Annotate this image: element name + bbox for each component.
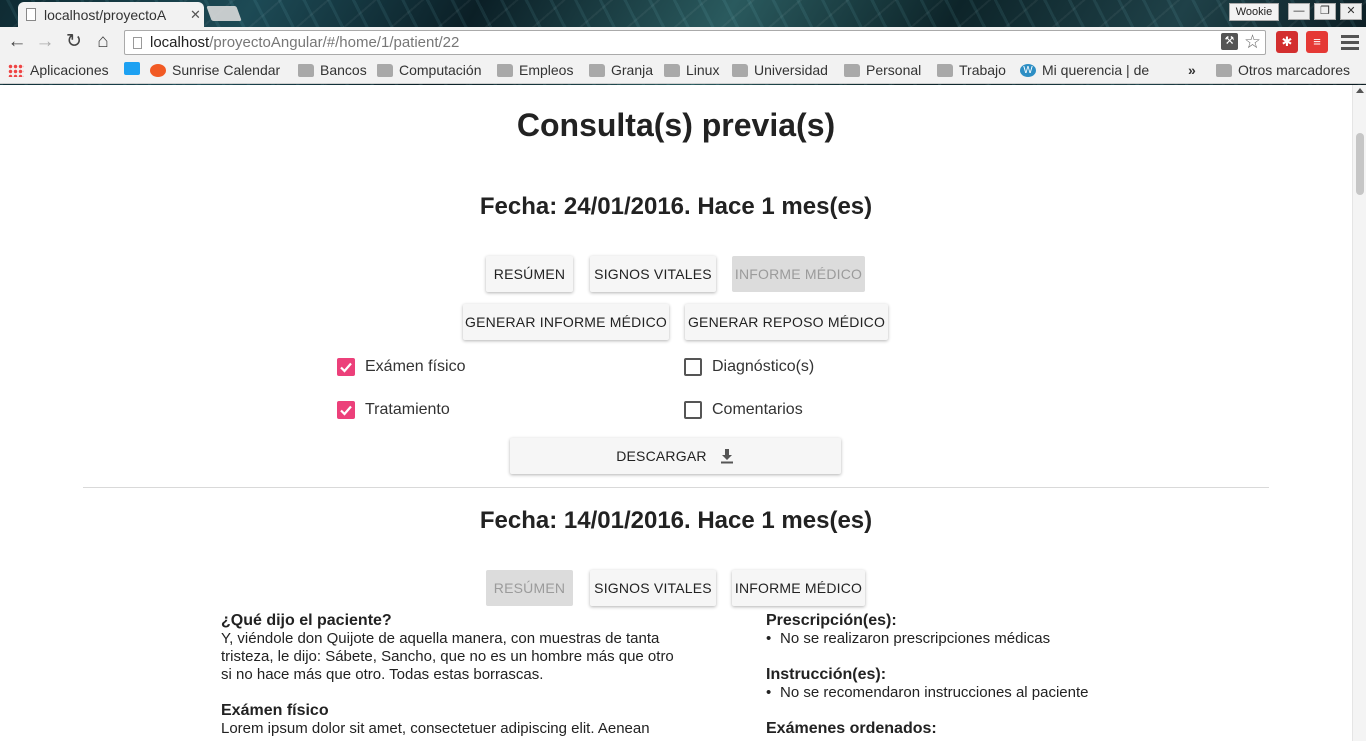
treatment-checkbox[interactable]: Tratamiento (337, 401, 450, 419)
browser-chrome: localhost/proyectoA ✕ Wookie — ❐ ✕ ← → ↻… (0, 0, 1366, 85)
folder-icon (844, 63, 860, 77)
patient-said-label: ¿Qué dijo el paciente? (221, 612, 392, 629)
close-tab-icon[interactable]: ✕ (190, 7, 201, 23)
instructions-list: No se recomendaron instrucciones al paci… (766, 684, 1186, 702)
new-tab-button[interactable] (206, 6, 242, 21)
tab-vital-signs[interactable]: SIGNOS VITALES (590, 570, 716, 606)
patient-said-text: Y, viéndole don Quijote de aquella maner… (221, 630, 674, 683)
tab-summary[interactable]: RESÚMEN (486, 570, 573, 606)
back-icon[interactable]: ← (6, 31, 28, 53)
bookmark-folder-empleos[interactable]: Empleos (497, 62, 573, 78)
download-label: DESCARGAR (616, 448, 707, 464)
close-window-button[interactable]: ✕ (1340, 3, 1362, 20)
comments-checkbox[interactable]: Comentarios (684, 401, 803, 419)
bookmark-folder-computacion[interactable]: Computación (377, 62, 482, 78)
bookmark-sunrise-calendar[interactable]: Sunrise Calendar (150, 62, 280, 78)
star-icon[interactable]: ☆ (1244, 33, 1261, 52)
physical-exam-text: Lorem ipsum dolor sit amet, consectetuer… (221, 720, 650, 737)
twitter-icon (124, 62, 140, 75)
page-icon (133, 36, 142, 49)
checkbox-checked-icon (337, 401, 355, 419)
folder-icon (937, 63, 953, 77)
tab-title: localhost/proyectoA (44, 6, 167, 23)
consult-divider (83, 487, 1269, 488)
checkbox-unchecked-icon (684, 401, 702, 419)
tab-vital-signs[interactable]: SIGNOS VITALES (590, 256, 716, 292)
folder-icon (298, 63, 314, 77)
prescriptions-list: No se realizaron prescripciones médicas (766, 630, 1186, 648)
ordered-exams-label: Exámenes ordenados: (766, 720, 937, 737)
physical-exam-checkbox[interactable]: Exámen físico (337, 358, 465, 376)
bookmark-mi-querencia[interactable]: W Mi querencia | de (1020, 62, 1156, 78)
page-scrollbar[interactable] (1352, 85, 1366, 741)
sunrise-icon (150, 63, 166, 77)
folder-icon (732, 63, 748, 77)
restore-button[interactable]: ❐ (1314, 3, 1336, 20)
bookmarks-bar: Aplicaciones Sunrise Calendar Bancos Com… (0, 58, 1366, 84)
folder-icon (1216, 63, 1232, 77)
bookmark-folder-universidad[interactable]: Universidad (732, 62, 828, 78)
url-host: localhost (150, 34, 210, 51)
summary-left-column: ¿Qué dijo el paciente? Y, viéndole don Q… (221, 612, 681, 741)
page-viewport: Consulta(s) previa(s) Fecha: 24/01/2016.… (0, 85, 1352, 741)
bookmark-other[interactable]: Otros marcadores (1216, 62, 1350, 78)
home-icon[interactable]: ⌂ (92, 31, 114, 53)
bookmark-folder-bancos[interactable]: Bancos (298, 62, 367, 78)
tab-medical-report[interactable]: INFORME MÉDICO (732, 256, 865, 292)
list-item: No se recomendaron instrucciones al paci… (766, 684, 1186, 702)
bookmark-folder-granja[interactable]: Granja (589, 62, 653, 78)
bookmarks-overflow-button[interactable]: » (1188, 62, 1196, 78)
tab-summary[interactable]: RESÚMEN (486, 256, 573, 292)
forward-icon[interactable]: → (34, 31, 56, 53)
todoist-icon[interactable]: ≡ (1306, 31, 1328, 53)
download-button[interactable]: DESCARGAR (510, 438, 841, 474)
physical-exam-label: Exámen físico (221, 702, 329, 719)
checkbox-label: Tratamiento (365, 401, 450, 418)
address-bar[interactable]: localhost/proyectoAngular/#/home/1/patie… (124, 30, 1266, 55)
diagnosis-checkbox[interactable]: Diagnóstico(s) (684, 358, 814, 376)
list-item: No se realizaron prescripciones médicas (766, 630, 1186, 648)
browser-tab[interactable]: localhost/proyectoA ✕ (18, 2, 204, 27)
bookmark-folder-trabajo[interactable]: Trabajo (937, 62, 1006, 78)
summary-right-column: Prescripción(es): No se realizaron presc… (766, 612, 1186, 738)
prescriptions-label: Prescripción(es): (766, 612, 897, 629)
instructions-label: Instrucción(es): (766, 666, 887, 683)
extension-icon[interactable]: ✱ (1276, 31, 1298, 53)
apps-icon (8, 63, 24, 77)
url-path: /proyectoAngular/#/home/1/patient/22 (209, 34, 460, 51)
bookmark-folder-linux[interactable]: Linux (664, 62, 719, 78)
checkbox-label: Exámen físico (365, 358, 466, 375)
chrome-menu-icon[interactable] (1341, 32, 1359, 52)
wrench-icon[interactable]: ⚒ (1220, 33, 1238, 50)
checkbox-label: Diagnóstico(s) (712, 358, 815, 375)
page-title: Consulta(s) previa(s) (516, 107, 836, 143)
bookmark-apps[interactable]: Aplicaciones (8, 62, 109, 78)
scroll-up-icon[interactable] (1356, 88, 1364, 93)
checkbox-unchecked-icon (684, 358, 702, 376)
folder-icon (589, 63, 605, 77)
folder-icon (664, 63, 680, 77)
wordpress-icon: W (1020, 63, 1036, 77)
tab-medical-report[interactable]: INFORME MÉDICO (732, 570, 865, 606)
scrollbar-thumb[interactable] (1356, 133, 1364, 195)
page-icon (26, 8, 36, 21)
folder-icon (497, 63, 513, 77)
consult-date: Fecha: 24/01/2016. Hace 1 mes(es) (479, 193, 873, 220)
folder-icon (377, 63, 393, 77)
generate-medical-report-button[interactable]: GENERAR INFORME MÉDICO (463, 304, 669, 340)
browser-toolbar: ← → ↻ ⌂ localhost/proyectoAngular/#/home… (0, 27, 1366, 58)
checkbox-label: Comentarios (712, 401, 803, 418)
minimize-button[interactable]: — (1288, 3, 1310, 20)
checkbox-checked-icon (337, 358, 355, 376)
profile-button[interactable]: Wookie (1229, 3, 1279, 21)
bookmark-twitter[interactable] (124, 62, 146, 75)
consult-date: Fecha: 14/01/2016. Hace 1 mes(es) (479, 507, 873, 534)
reload-icon[interactable]: ↻ (63, 31, 85, 53)
bookmark-folder-personal[interactable]: Personal (844, 62, 921, 78)
generate-medical-rest-button[interactable]: GENERAR REPOSO MÉDICO (685, 304, 888, 340)
download-icon (720, 449, 733, 464)
